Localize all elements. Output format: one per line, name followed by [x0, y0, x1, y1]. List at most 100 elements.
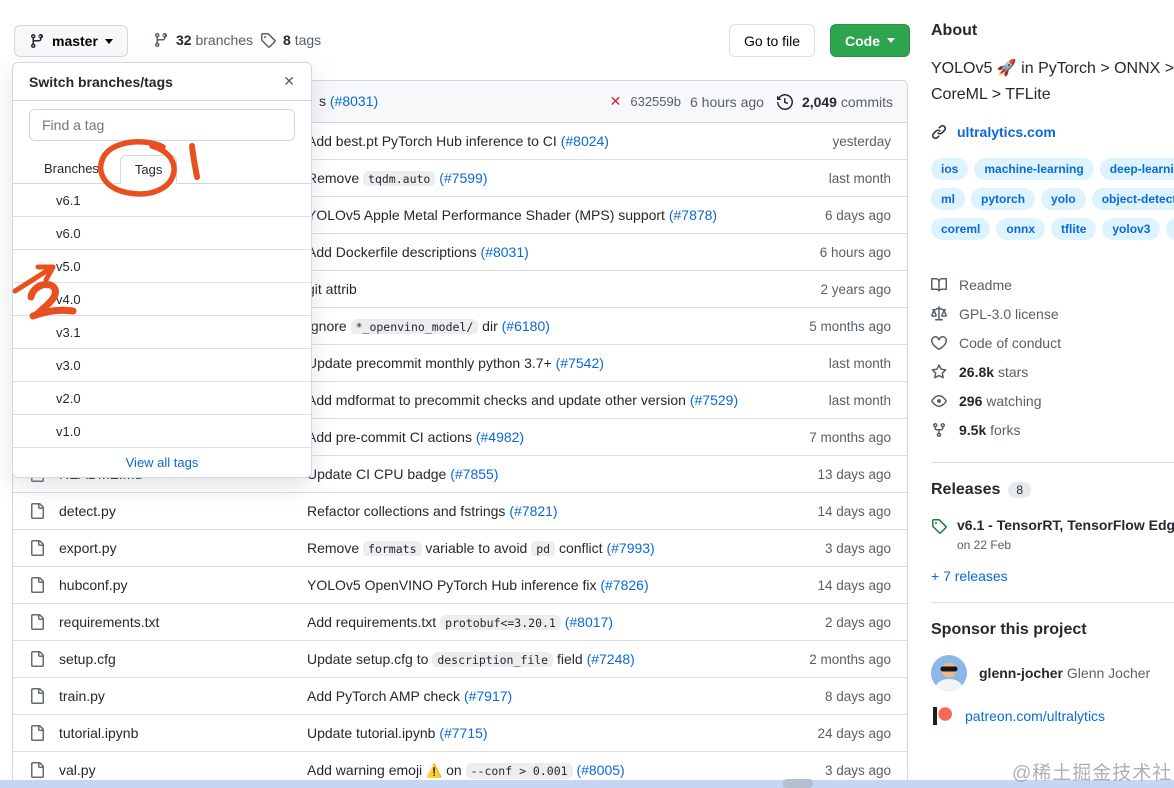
commit-message[interactable]: Add Dockerfile descriptions (#8031) [307, 244, 775, 260]
topic-pill[interactable]: deep-learning [1099, 158, 1174, 180]
pr-link[interactable]: (#4982) [476, 429, 524, 445]
sidebar-meta-item[interactable]: 26.8k stars [931, 357, 1174, 386]
sidebar-meta-item[interactable]: GPL-3.0 license [931, 299, 1174, 328]
tab-tags[interactable]: Tags [119, 155, 178, 184]
release-title[interactable]: v6.1 - TensorRT, TensorFlow Edg... [957, 517, 1174, 533]
sidebar-meta-item[interactable]: 9.5k forks [931, 415, 1174, 444]
commit-date[interactable]: last month [775, 356, 907, 371]
scrollbar-thumb[interactable] [783, 779, 813, 788]
commit-date[interactable]: 3 days ago [775, 763, 907, 778]
sidebar-meta-item[interactable]: Readme [931, 270, 1174, 299]
file-name-link[interactable]: val.py [59, 762, 96, 778]
file-name-cell[interactable]: export.py [13, 540, 307, 556]
file-name-cell[interactable]: setup.cfg [13, 651, 307, 667]
view-all-tags-link[interactable]: View all tags [126, 455, 199, 470]
file-name-cell[interactable]: val.py [13, 762, 307, 778]
topic-pill[interactable]: ml [931, 188, 966, 210]
ci-failed-x-icon[interactable]: ✕ [610, 93, 622, 110]
file-name-cell[interactable]: hubconf.py [13, 577, 307, 593]
pr-link[interactable]: (#7917) [464, 688, 512, 704]
commit-message[interactable]: Refactor collections and fstrings (#7821… [307, 503, 775, 519]
tag-list-item[interactable]: v3.1 [13, 316, 311, 349]
sidebar-meta-item[interactable]: 296 watching [931, 386, 1174, 415]
file-name-link[interactable]: setup.cfg [59, 651, 116, 667]
topic-pill[interactable]: coreml [931, 218, 991, 240]
commit-date[interactable]: last month [775, 171, 907, 186]
sponsor-patreon-row[interactable]: patreon.com/ultralytics [931, 705, 1174, 727]
releases-heading[interactable]: Releases [931, 481, 1000, 499]
file-name-link[interactable]: requirements.txt [59, 614, 159, 630]
tag-list-item[interactable]: v1.0 [13, 415, 311, 448]
file-name-link[interactable]: export.py [59, 540, 117, 556]
pr-link[interactable]: (#7993) [606, 540, 654, 556]
commit-date[interactable]: 2 years ago [775, 282, 907, 297]
pr-link[interactable]: (#7715) [439, 725, 487, 741]
commit-message[interactable]: Add pre-commit CI actions (#4982) [307, 429, 775, 445]
latest-release[interactable]: v6.1 - TensorRT, TensorFlow Edg... [931, 517, 1174, 534]
file-name-link[interactable]: tutorial.ipynb [59, 725, 138, 741]
pr-link[interactable]: (#8031) [481, 244, 529, 260]
commit-message[interactable]: Add PyTorch AMP check (#7917) [307, 688, 775, 704]
pr-link[interactable]: (#7855) [450, 466, 498, 482]
commit-message[interactable]: Update CI CPU badge (#7855) [307, 466, 775, 482]
pr-link[interactable]: (#6180) [502, 318, 550, 334]
commit-date[interactable]: 6 days ago [775, 208, 907, 223]
commit-date[interactable]: 24 days ago [775, 726, 907, 741]
tags-count-link[interactable]: 8 tags [260, 32, 321, 48]
pr-link[interactable]: (#8017) [565, 614, 613, 630]
file-name-link[interactable]: hubconf.py [59, 577, 128, 593]
commit-message[interactable]: Update setup.cfg to description_file fie… [307, 651, 775, 667]
file-name-link[interactable]: train.py [59, 688, 105, 704]
topic-pill[interactable]: yolo [1041, 188, 1086, 210]
tag-list-item[interactable]: v6.1 [13, 184, 311, 217]
file-name-cell[interactable]: requirements.txt [13, 614, 307, 630]
commit-date[interactable]: yesterday [775, 134, 907, 149]
tag-list-item[interactable]: v6.0 [13, 217, 311, 250]
commit-date[interactable]: last month [775, 393, 907, 408]
commit-message[interactable]: Update tutorial.ipynb (#7715) [307, 725, 775, 741]
commit-message[interactable]: YOLOv5 OpenVINO PyTorch Hub inference fi… [307, 577, 775, 593]
find-tag-input[interactable] [29, 109, 295, 141]
topic-pill[interactable]: object-detection [1091, 188, 1174, 210]
tag-list-item[interactable]: v4.0 [13, 283, 311, 316]
commits-count-link[interactable]: 2,049 commits [802, 94, 893, 110]
commit-date[interactable]: 8 days ago [775, 689, 907, 704]
commit-date[interactable]: 7 months ago [775, 430, 907, 445]
sidebar-meta-item[interactable]: Code of conduct [931, 328, 1174, 357]
topic-pill[interactable]: machine-learning [974, 158, 1094, 180]
topic-pill[interactable]: onnx [996, 218, 1046, 240]
topic-pill[interactable]: ios [931, 158, 969, 180]
commit-message[interactable]: Ignore *_openvino_model/ dir (#6180) [307, 318, 775, 334]
commit-date[interactable]: 2 months ago [775, 652, 907, 667]
file-name-cell[interactable]: train.py [13, 688, 307, 704]
pr-link[interactable]: (#8005) [576, 762, 624, 778]
commit-date[interactable]: 6 hours ago [775, 245, 907, 260]
file-name-cell[interactable]: tutorial.ipynb [13, 725, 307, 741]
commit-date[interactable]: 14 days ago [775, 578, 907, 593]
close-icon[interactable]: ✕ [283, 73, 295, 90]
commit-message[interactable]: Remove formats variable to avoid pd conf… [307, 540, 775, 556]
sponsor-user-row[interactable]: glenn-jocher Glenn Jocher [931, 655, 1174, 691]
commit-date[interactable]: 3 days ago [775, 541, 907, 556]
commit-date[interactable]: 5 months ago [775, 319, 907, 334]
code-button[interactable]: Code [830, 24, 910, 57]
latest-commit-message[interactable]: s (#8031) [319, 93, 378, 109]
tag-list-item[interactable]: v3.0 [13, 349, 311, 382]
commit-message[interactable]: Add mdformat to precommit checks and upd… [307, 392, 775, 408]
pr-link[interactable]: (#7599) [439, 170, 487, 186]
branches-count-link[interactable]: 32 branches [153, 32, 253, 48]
tag-list-item[interactable]: v5.0 [13, 250, 311, 283]
commit-message[interactable]: Remove tqdm.auto (#7599) [307, 170, 775, 186]
commit-message[interactable]: YOLOv5 Apple Metal Performance Shader (M… [307, 207, 775, 223]
pr-link[interactable]: (#7821) [509, 503, 557, 519]
commit-date[interactable]: 14 days ago [775, 504, 907, 519]
pr-link[interactable]: (#7878) [669, 207, 717, 223]
sponsor-username[interactable]: glenn-jocher [979, 665, 1063, 681]
pr-link[interactable]: (#7542) [556, 355, 604, 371]
tag-list-item[interactable]: v2.0 [13, 382, 311, 415]
pr-link[interactable]: (#8031) [330, 93, 378, 109]
tab-branches[interactable]: Branches [29, 154, 114, 183]
file-name-link[interactable]: detect.py [59, 503, 116, 519]
commit-message[interactable]: Add requirements.txt protobuf<=3.20.1 (#… [307, 614, 775, 630]
commit-date[interactable]: 13 days ago [775, 467, 907, 482]
